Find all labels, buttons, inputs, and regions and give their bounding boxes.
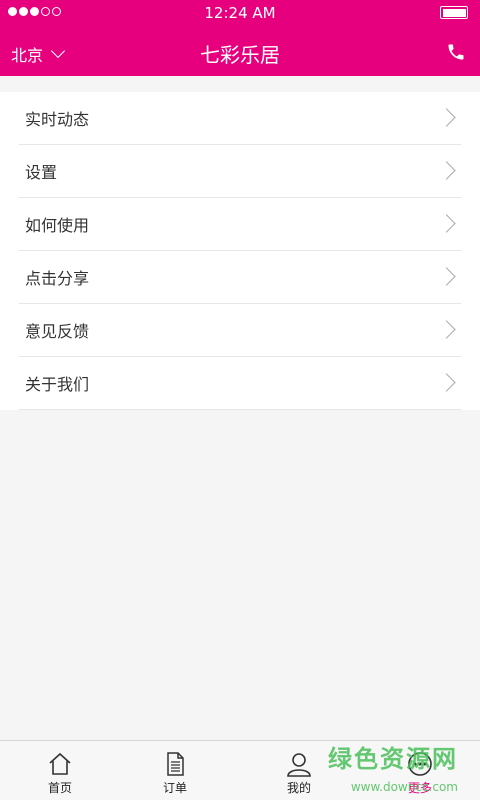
menu-item-label: 点击分享 bbox=[25, 269, 90, 288]
document-icon bbox=[167, 752, 184, 776]
more-menu-list: 实时动态 设置 如何使用 点击分享 意见反馈 关于我们 bbox=[0, 92, 480, 410]
tab-label: 订单 bbox=[162, 781, 187, 795]
app-header: 12:24 AM 北京 七彩乐居 bbox=[0, 0, 480, 76]
menu-item-label: 如何使用 bbox=[25, 216, 90, 235]
chevron-right-icon bbox=[437, 320, 456, 339]
chevron-right-icon bbox=[437, 373, 456, 392]
home-icon bbox=[49, 752, 71, 775]
chevron-right-icon bbox=[437, 214, 456, 233]
status-time: 12:24 AM bbox=[204, 4, 276, 22]
chevron-right-icon bbox=[437, 267, 456, 286]
user-icon bbox=[287, 753, 311, 777]
tab-orders[interactable]: 订单 bbox=[115, 741, 235, 800]
tab-label: 首页 bbox=[47, 781, 72, 795]
chevron-right-icon bbox=[437, 108, 456, 127]
menu-item-label: 设置 bbox=[25, 163, 58, 182]
watermark-url: www.downcc.com bbox=[350, 780, 458, 794]
status-bar: 12:24 AM bbox=[0, 0, 480, 24]
page-title: 七彩乐居 bbox=[200, 43, 280, 67]
bottom-tab-bar: 首页 订单 我的 更多 绿色资源网 www.downcc.com bbox=[0, 740, 480, 800]
watermark-logo: 绿色资源网 bbox=[328, 745, 458, 773]
menu-item-label: 关于我们 bbox=[25, 375, 90, 394]
phone-icon[interactable] bbox=[446, 42, 466, 62]
menu-item-settings[interactable]: 设置 bbox=[19, 145, 461, 198]
battery-icon bbox=[440, 6, 468, 19]
menu-item-live-updates[interactable]: 实时动态 bbox=[19, 92, 461, 145]
tab-home[interactable]: 首页 bbox=[0, 741, 120, 800]
menu-item-label: 意见反馈 bbox=[25, 322, 90, 341]
menu-item-feedback[interactable]: 意见反馈 bbox=[19, 304, 461, 357]
menu-item-share[interactable]: 点击分享 bbox=[19, 251, 461, 304]
tab-label: 我的 bbox=[286, 781, 311, 795]
menu-item-about-us[interactable]: 关于我们 bbox=[19, 357, 461, 410]
menu-item-label: 实时动态 bbox=[25, 110, 90, 129]
menu-item-how-to-use[interactable]: 如何使用 bbox=[19, 198, 461, 251]
chevron-right-icon bbox=[437, 161, 456, 180]
